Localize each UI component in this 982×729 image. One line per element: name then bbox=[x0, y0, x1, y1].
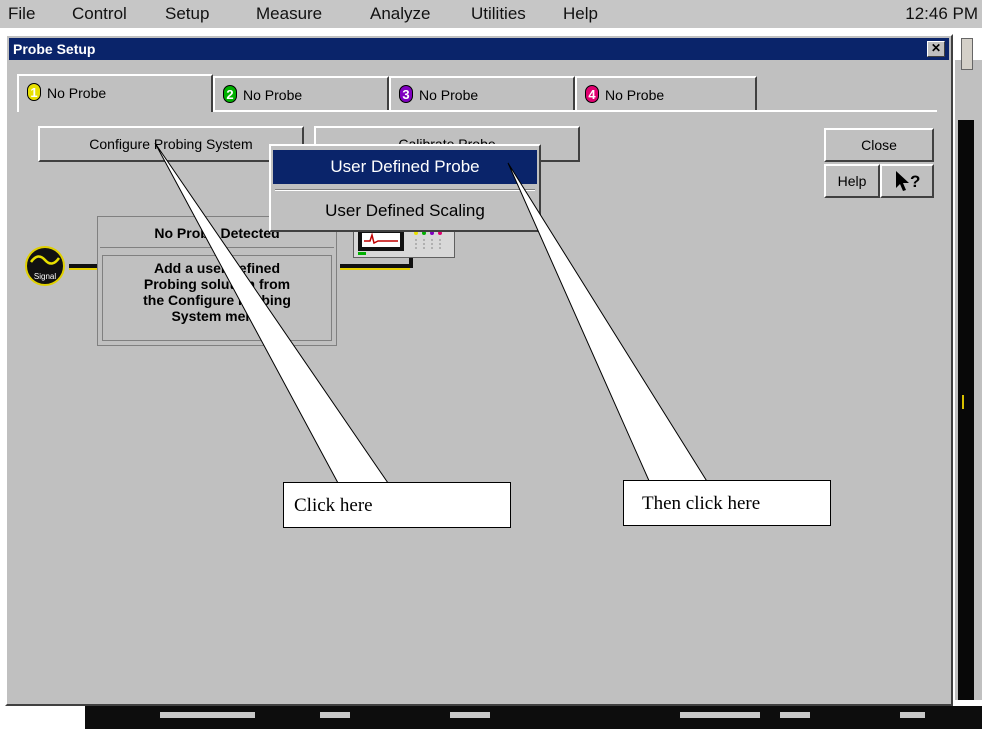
callout-then-click-here: Then click here bbox=[623, 480, 831, 526]
callout-click-here: Click here bbox=[283, 482, 511, 528]
callout-pointer-1 bbox=[154, 142, 389, 484]
callout-text: Then click here bbox=[642, 493, 761, 514]
callout-pointer-2 bbox=[507, 162, 709, 484]
callout-text: Click here bbox=[294, 495, 373, 516]
callout-pointers bbox=[154, 142, 709, 484]
